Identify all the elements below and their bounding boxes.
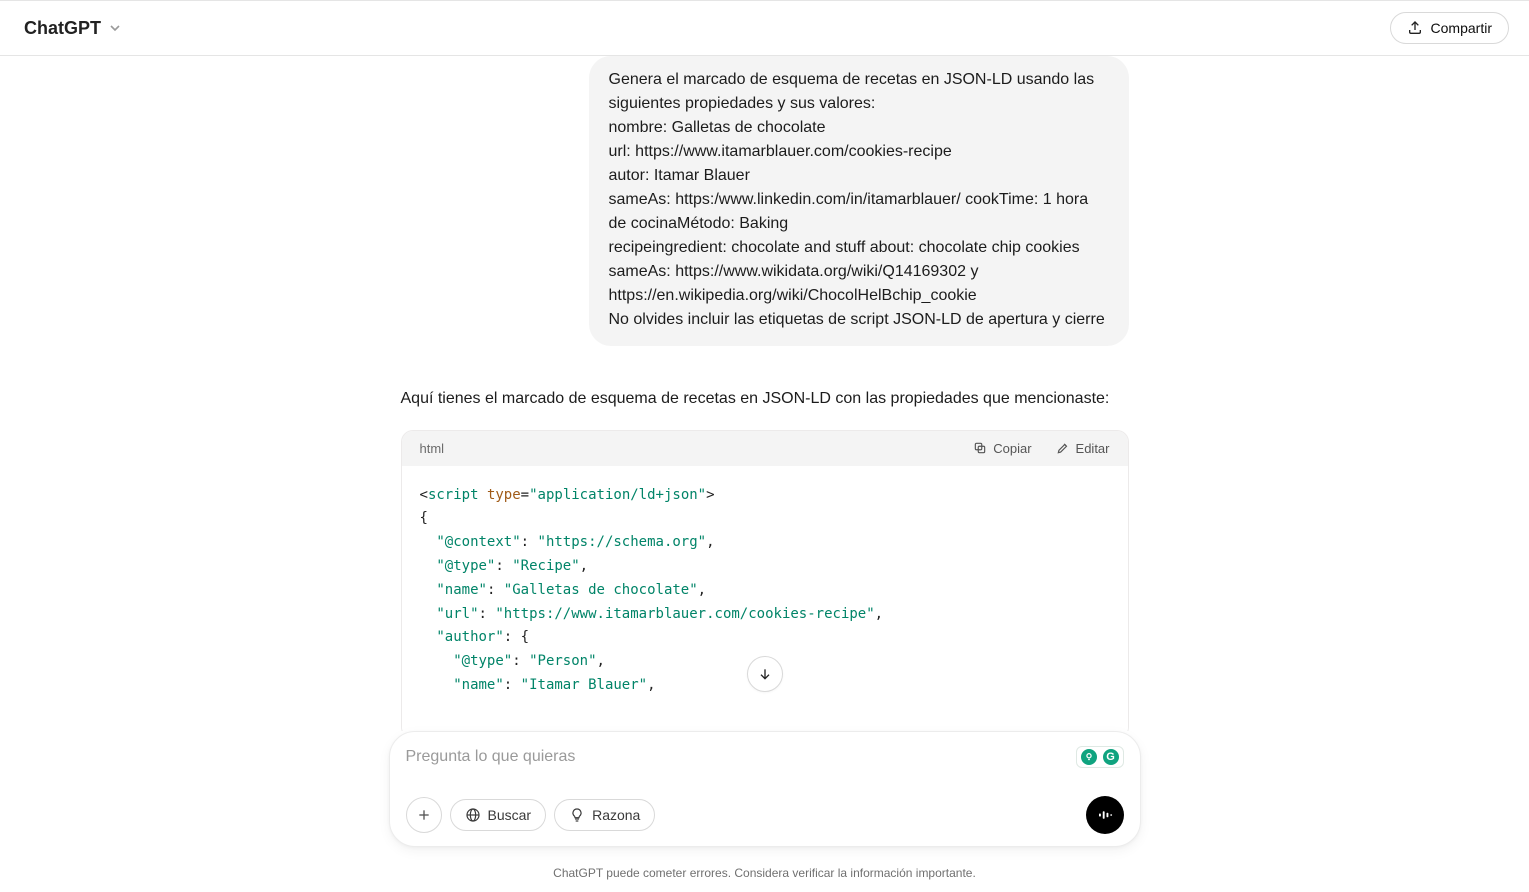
chevron-down-icon	[107, 20, 123, 36]
share-label: Compartir	[1431, 20, 1492, 36]
user-message-row: Genera el marcado de esquema de recetas …	[401, 56, 1129, 346]
upload-icon	[1407, 20, 1423, 36]
user-message: Genera el marcado de esquema de recetas …	[589, 56, 1129, 346]
edit-code-button[interactable]: Editar	[1056, 441, 1110, 456]
scroll-to-bottom-button[interactable]	[747, 656, 783, 692]
brand-label: ChatGPT	[24, 18, 101, 39]
model-switcher[interactable]: ChatGPT	[24, 18, 123, 39]
audio-wave-icon	[1096, 806, 1114, 824]
copy-icon	[973, 441, 987, 455]
composer-area: Pregunta lo que quieras G	[0, 731, 1529, 892]
globe-icon	[465, 807, 481, 823]
composer-input[interactable]: Pregunta lo que quieras	[406, 748, 576, 766]
code-block: html Copiar Editar	[401, 430, 1129, 739]
edit-icon	[1056, 441, 1070, 455]
bulb-outline-icon	[569, 807, 585, 823]
search-label: Buscar	[488, 807, 532, 823]
voice-input-button[interactable]	[1086, 796, 1124, 834]
code-content: <script type="application/ld+json"> { "@…	[402, 466, 1128, 738]
arrow-down-icon	[757, 666, 773, 682]
code-lang-label: html	[420, 441, 445, 456]
search-web-button[interactable]: Buscar	[450, 799, 547, 831]
reason-button[interactable]: Razona	[554, 799, 655, 831]
plus-icon	[416, 807, 432, 823]
edit-label: Editar	[1076, 441, 1110, 456]
assistant-intro: Aquí tienes el marcado de esquema de rec…	[401, 386, 1129, 412]
code-toolbar: html Copiar Editar	[402, 431, 1128, 466]
disclaimer-text: ChatGPT puede cometer errores. Considera…	[0, 866, 1529, 880]
bulb-icon	[1081, 749, 1097, 765]
top-bar: ChatGPT Compartir	[0, 0, 1529, 56]
share-button[interactable]: Compartir	[1390, 12, 1509, 44]
grammarly-badges[interactable]: G	[1076, 746, 1124, 768]
attach-button[interactable]	[406, 797, 442, 833]
composer: Pregunta lo que quieras G	[389, 731, 1141, 847]
copy-label: Copiar	[993, 441, 1031, 456]
copy-code-button[interactable]: Copiar	[973, 441, 1031, 456]
grammarly-icon: G	[1103, 749, 1119, 765]
reason-label: Razona	[592, 807, 640, 823]
